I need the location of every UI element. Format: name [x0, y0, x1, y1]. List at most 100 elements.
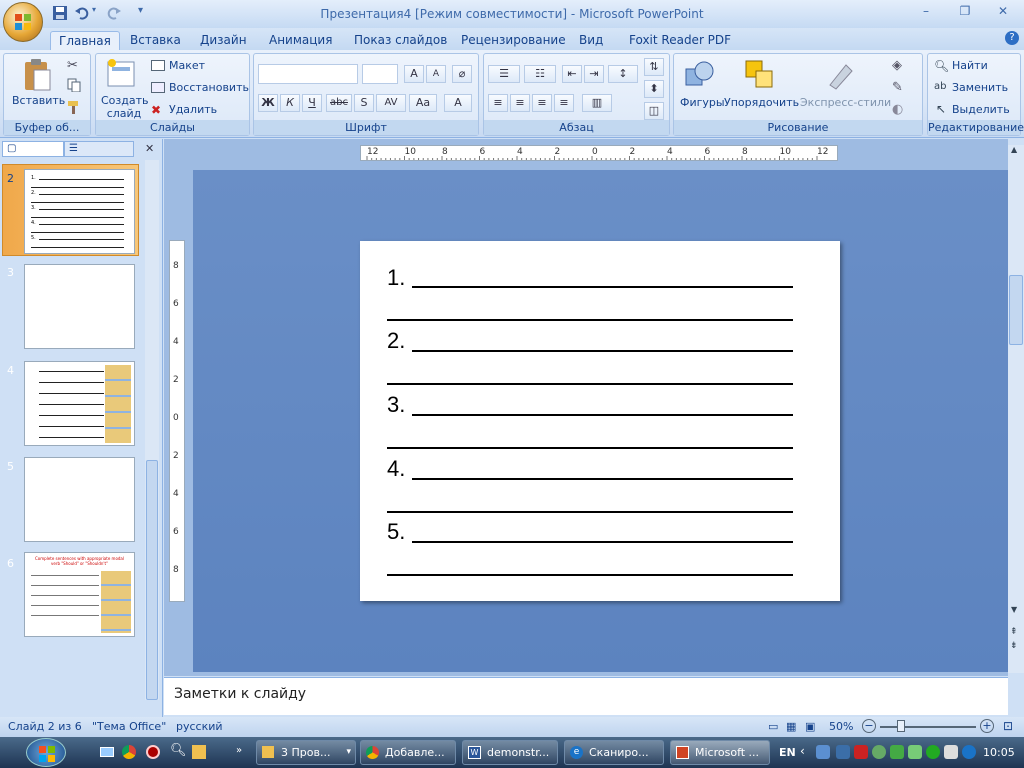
taskbar-item-powerpoint[interactable]: Microsoft ... [670, 740, 770, 765]
clear-format-icon[interactable]: ⌀ [452, 65, 472, 83]
replace-button[interactable]: Заменить [952, 81, 1008, 94]
tab-view[interactable]: Вид [571, 31, 611, 50]
tab-review[interactable]: Рецензирование [453, 31, 574, 50]
save-icon[interactable] [52, 5, 68, 21]
char-spacing-button[interactable]: AV [376, 94, 406, 112]
paste-button[interactable]: Вставить [12, 94, 65, 107]
next-slide-icon[interactable]: ⇟ [1010, 641, 1018, 651]
decrease-indent-icon[interactable]: ⇤ [562, 65, 582, 83]
tab-insert[interactable]: Вставка [122, 31, 189, 50]
prev-slide-icon[interactable]: ⇞ [1010, 627, 1018, 637]
undo-icon[interactable] [74, 5, 90, 21]
copy-icon[interactable] [67, 78, 81, 95]
find-button[interactable]: Найти [952, 59, 988, 72]
slide-thumb-3[interactable] [24, 264, 135, 349]
slide[interactable]: 1. 2. 3. 4. 5. [360, 241, 840, 601]
language-tray[interactable]: EN [779, 746, 796, 759]
cut-icon[interactable]: ✂ [67, 58, 78, 73]
minimize-icon[interactable]: – [916, 4, 936, 20]
slide-thumb-6[interactable]: Complete sentences with appropriate moda… [24, 552, 135, 637]
align-right-icon[interactable]: ≡ [532, 94, 552, 112]
tab-home[interactable]: Главная [50, 31, 120, 50]
close-icon[interactable]: ✕ [993, 4, 1013, 20]
select-button[interactable]: Выделить [952, 103, 1010, 116]
zoom-in-icon[interactable]: + [980, 719, 994, 733]
display-tray-icon[interactable] [836, 745, 850, 759]
zoom-level[interactable]: 50% [829, 720, 853, 733]
new-slide-button[interactable]: Создать слайд [101, 94, 149, 120]
bold-button[interactable]: Ж [258, 94, 278, 112]
zoom-slider-thumb[interactable] [897, 720, 905, 732]
line-spacing-icon[interactable]: ↕ [608, 65, 638, 83]
office-button[interactable] [3, 2, 43, 42]
zoom-out-icon[interactable]: − [862, 719, 876, 733]
pane-close-icon[interactable]: ✕ [145, 142, 154, 155]
info-tray-icon[interactable] [962, 745, 976, 759]
font-color-button[interactable]: A [444, 94, 472, 112]
redo-icon[interactable] [106, 5, 122, 21]
shape-effects-icon[interactable]: ◐ [892, 102, 903, 117]
tray-expand-icon[interactable]: ‹ [800, 744, 805, 758]
scroll-up-icon[interactable]: ▲ [1011, 145, 1017, 154]
scroll-down-icon[interactable]: ▼ [1011, 605, 1017, 614]
normal-view-icon[interactable]: ▭ [768, 720, 778, 733]
shape-outline-icon[interactable]: ✎ [892, 80, 903, 95]
tab-slides[interactable]: ▢ [2, 141, 64, 157]
slide-thumb-2[interactable]: 1. 2. 3. 4. 5. [24, 169, 135, 254]
italic-button[interactable]: К [280, 94, 300, 112]
align-text-icon[interactable]: ⬍ [644, 80, 664, 98]
tab-foxit[interactable]: Foxit Reader PDF [621, 31, 739, 50]
taskbar-item-explorer[interactable]: 3 Пров... ▾ [256, 740, 356, 765]
taskbar-item-chrome[interactable]: Добавле... [360, 740, 456, 765]
start-button[interactable] [26, 738, 66, 767]
columns-icon[interactable]: ▥ [582, 94, 612, 112]
format-painter-icon[interactable] [67, 100, 81, 117]
antivirus-tray-icon[interactable] [854, 745, 868, 759]
smartart-icon[interactable]: ◫ [644, 102, 664, 120]
shape-fill-icon[interactable]: ◈ [892, 58, 902, 73]
taskbar-item-word[interactable]: Wdemonstr... [462, 740, 558, 765]
font-size-combo[interactable] [362, 64, 398, 84]
tab-slideshow[interactable]: Показ слайдов [346, 31, 455, 50]
quick-launch-more-icon[interactable]: » [236, 745, 242, 756]
numbering-icon[interactable]: ☷ [524, 65, 556, 83]
reset-button[interactable]: Восстановить [169, 81, 249, 94]
slide-thumb-5[interactable] [24, 457, 135, 542]
quick-styles-button[interactable]: Экспресс-стили [800, 96, 891, 109]
slide-thumb-4[interactable] [24, 361, 135, 446]
chrome-launch-icon[interactable] [122, 745, 136, 759]
search-launch-icon[interactable]: 🔍︎ [170, 743, 187, 758]
shrink-font-icon[interactable]: A [426, 65, 446, 83]
status-tray-icon[interactable] [926, 745, 940, 759]
sorter-view-icon[interactable]: ▦ [786, 720, 796, 733]
update-tray-icon[interactable] [872, 745, 886, 759]
folder-launch-icon[interactable] [192, 745, 206, 759]
volume-tray-icon[interactable] [944, 745, 958, 759]
layout-button[interactable]: Макет [169, 59, 205, 72]
align-left-icon[interactable]: ≡ [488, 94, 508, 112]
justify-icon[interactable]: ≡ [554, 94, 574, 112]
sync-tray-icon[interactable] [890, 745, 904, 759]
align-center-icon[interactable]: ≡ [510, 94, 530, 112]
shapes-button[interactable]: Фигуры [680, 96, 725, 109]
text-direction-icon[interactable]: ⇅ [644, 58, 664, 76]
grow-font-icon[interactable]: A [404, 65, 424, 83]
font-name-combo[interactable] [258, 64, 358, 84]
bullets-icon[interactable]: ☰ [488, 65, 520, 83]
theme-indicator[interactable]: "Тема Office" [92, 720, 166, 733]
tab-design[interactable]: Дизайн [192, 31, 255, 50]
thumbnails-scroll-thumb[interactable] [146, 460, 158, 700]
editor-scroll-thumb[interactable] [1009, 275, 1023, 345]
taskbar-item-scan[interactable]: e Сканиро... [564, 740, 664, 765]
language-indicator[interactable]: русский [176, 720, 223, 733]
delete-button[interactable]: Удалить [169, 103, 217, 116]
increase-indent-icon[interactable]: ⇥ [584, 65, 604, 83]
help-icon[interactable]: ? [1005, 31, 1019, 45]
fit-window-icon[interactable]: ⊡ [1003, 719, 1013, 733]
tab-animation[interactable]: Анимация [261, 31, 340, 50]
zoom-slider[interactable] [880, 726, 976, 728]
arrange-button[interactable]: Упорядочить [724, 96, 799, 109]
change-case-button[interactable]: Aa [409, 94, 437, 112]
notes-pane[interactable]: Заметки к слайду [164, 677, 1008, 715]
slideshow-view-icon[interactable]: ▣ [805, 720, 815, 733]
